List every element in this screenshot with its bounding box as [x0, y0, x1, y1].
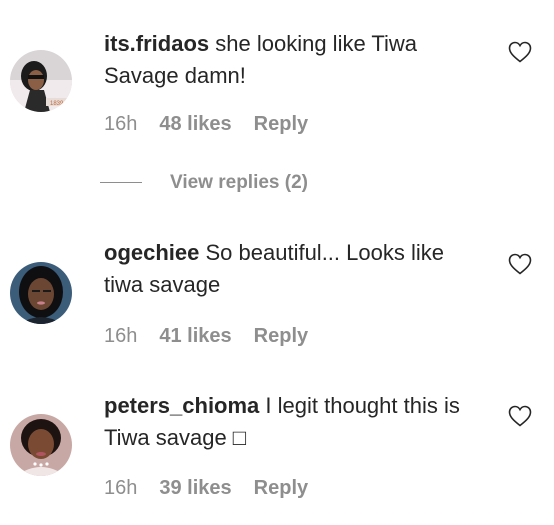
comment-text-block: ogechiee So beautiful... Looks like tiwa…	[104, 237, 484, 301]
comment-likes-count[interactable]: 41 likes	[159, 325, 231, 347]
comment-body: its.fridaos she looking like Tiwa Savage…	[104, 28, 484, 92]
avatar[interactable]	[10, 262, 72, 324]
comment-timestamp[interactable]: 16h	[104, 325, 137, 347]
avatar[interactable]	[10, 414, 72, 476]
comment-meta: 16h 48 likes Reply	[104, 113, 330, 136]
comment-body: ogechiee So beautiful... Looks like tiwa…	[104, 237, 484, 301]
comment-username[interactable]: peters_chioma	[104, 393, 259, 418]
comment-timestamp[interactable]: 16h	[104, 477, 137, 499]
comment-username[interactable]: its.fridaos	[104, 31, 209, 56]
reply-button[interactable]: Reply	[254, 325, 308, 347]
comment-timestamp[interactable]: 16h	[104, 113, 137, 135]
comment-username[interactable]: ogechiee	[104, 240, 199, 265]
like-heart-icon[interactable]	[508, 41, 532, 63]
divider-line	[100, 182, 142, 184]
view-replies-label: View replies (2)	[170, 172, 308, 193]
like-heart-icon[interactable]	[508, 253, 532, 275]
comment-likes-count[interactable]: 39 likes	[159, 477, 231, 499]
like-heart-icon[interactable]	[508, 405, 532, 427]
view-replies-button[interactable]: View replies (2)	[100, 172, 308, 194]
comment-text-block: peters_chioma I legit thought this is Ti…	[104, 390, 484, 454]
comment-text-block: its.fridaos she looking like Tiwa Savage…	[104, 28, 484, 92]
avatar[interactable]: 1839	[10, 50, 72, 112]
comment-meta: 16h 39 likes Reply	[104, 477, 330, 500]
svg-text:1839: 1839	[50, 101, 64, 107]
reply-button[interactable]: Reply	[254, 477, 308, 499]
comment-body: peters_chioma I legit thought this is Ti…	[104, 390, 484, 454]
comment-likes-count[interactable]: 48 likes	[159, 113, 231, 135]
reply-button[interactable]: Reply	[254, 113, 308, 135]
comment-meta: 16h 41 likes Reply	[104, 325, 330, 348]
